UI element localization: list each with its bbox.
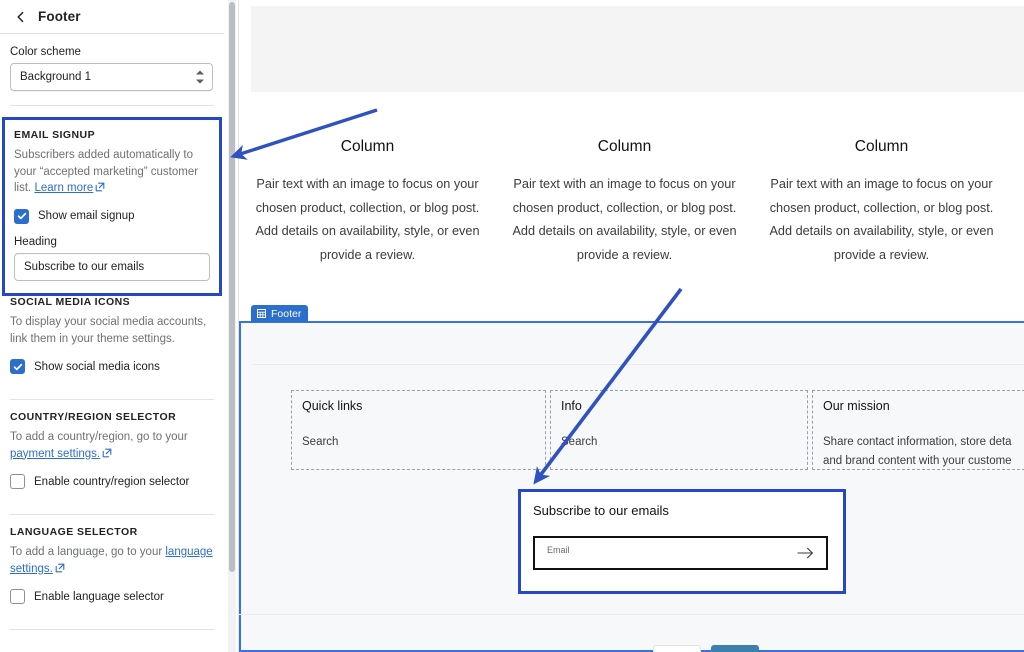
divider	[253, 364, 1024, 365]
social-media-help: To display your social media accounts, l…	[10, 314, 214, 347]
theme-preview-pane: Column Pair text with an image to focus …	[239, 0, 1024, 652]
column-body: Pair text with an image to focus on your…	[504, 173, 745, 267]
social-media-section: SOCIAL MEDIA ICONS To display your socia…	[10, 285, 214, 386]
external-link-icon	[102, 448, 112, 458]
footer-block-item: and brand content with your custome	[823, 452, 1024, 471]
payment-icon	[711, 645, 759, 652]
payment-icon	[653, 645, 701, 652]
language-selector-help-text: To add a language, go to your	[10, 546, 165, 558]
show-social-media-icons-checkbox-row[interactable]: Show social media icons	[10, 359, 214, 374]
external-link-icon	[95, 182, 105, 192]
footer-section-tab-label: Footer	[271, 308, 301, 320]
email-signup-help: Subscribers added automatically to your …	[14, 147, 210, 197]
footer-block-item[interactable]: Search	[302, 433, 535, 452]
language-selector-section: LANGUAGE SELECTOR To add a language, go …	[10, 515, 214, 616]
footer-block-title: Our mission	[823, 399, 1024, 413]
email-signup-heading: EMAIL SIGNUP	[14, 129, 210, 141]
multicolumn-section: Column Pair text with an image to focus …	[239, 138, 1024, 267]
email-input[interactable]: Email	[533, 536, 828, 570]
column-title: Column	[247, 138, 488, 156]
color-scheme-value: Background 1	[20, 71, 91, 83]
checkbox-checked-icon[interactable]	[10, 359, 25, 374]
checkbox-checked-icon[interactable]	[14, 209, 29, 224]
settings-sidebar: Footer Color scheme Background 1 SOCIAL …	[0, 0, 224, 652]
payment-icons-row	[653, 645, 759, 652]
footer-block-item[interactable]: Search	[561, 433, 797, 452]
language-selector-help: To add a language, go to your language s…	[10, 544, 214, 577]
footer-section-preview[interactable]	[239, 321, 1024, 652]
language-selector-heading: LANGUAGE SELECTOR	[10, 526, 214, 538]
email-input-placeholder: Email	[547, 545, 570, 555]
show-social-media-icons-label: Show social media icons	[34, 361, 160, 373]
show-email-signup-checkbox-row[interactable]: Show email signup	[14, 209, 210, 224]
column-body: Pair text with an image to focus on your…	[247, 173, 488, 267]
external-link-icon	[55, 563, 65, 573]
preview-top-band	[251, 6, 1024, 92]
country-region-selector-section: COUNTRY/REGION SELECTOR To add a country…	[10, 400, 214, 501]
payment-settings-link[interactable]: payment settings.	[10, 448, 100, 460]
learn-more-link[interactable]: Learn more	[34, 182, 93, 194]
sidebar-header: Footer	[0, 0, 224, 34]
country-region-help-text: To add a country/region, go to your	[10, 431, 188, 443]
column-block[interactable]: Column Pair text with an image to focus …	[239, 138, 496, 267]
heading-input-value: Subscribe to our emails	[24, 261, 144, 273]
page-title: Footer	[38, 9, 81, 24]
footer-block-title: Quick links	[302, 399, 535, 413]
footer-block-title: Info	[561, 399, 797, 413]
column-block[interactable]: Column Pair text with an image to focus …	[753, 138, 1010, 267]
subscribe-title: Subscribe to our emails	[533, 503, 843, 518]
checkbox-unchecked-icon[interactable]	[10, 474, 25, 489]
show-email-signup-label: Show email signup	[38, 210, 135, 222]
footer-blocks-row: Quick links Search Info Search Our missi…	[291, 390, 1024, 470]
divider	[239, 614, 1024, 615]
enable-country-region-selector-checkbox-row[interactable]: Enable country/region selector	[10, 474, 214, 489]
section-grid-icon	[257, 309, 266, 318]
footer-section-tab[interactable]: Footer	[251, 305, 308, 322]
column-title: Column	[504, 138, 745, 156]
heading-field-label: Heading	[14, 236, 210, 248]
column-title: Column	[761, 138, 1002, 156]
email-signup-preview-block[interactable]: Subscribe to our emails Email	[518, 489, 846, 594]
color-scheme-select[interactable]: Background 1	[10, 63, 213, 91]
arrow-right-icon[interactable]	[797, 547, 814, 559]
sidebar-scrollbar-thumb[interactable]	[229, 2, 235, 572]
footer-block-quick-links[interactable]: Quick links Search	[291, 390, 546, 470]
column-block[interactable]: Column Pair text with an image to focus …	[496, 138, 753, 267]
heading-input[interactable]: Subscribe to our emails	[14, 253, 210, 281]
footer-block-info[interactable]: Info Search	[550, 390, 808, 470]
country-region-heading: COUNTRY/REGION SELECTOR	[10, 411, 214, 423]
social-media-heading: SOCIAL MEDIA ICONS	[10, 296, 214, 308]
footer-block-our-mission[interactable]: Our mission Share contact information, s…	[812, 390, 1024, 470]
enable-language-selector-label: Enable language selector	[34, 591, 164, 603]
enable-country-region-selector-label: Enable country/region selector	[34, 476, 189, 488]
color-scheme-label: Color scheme	[10, 46, 214, 58]
country-region-help: To add a country/region, go to your paym…	[10, 429, 214, 462]
checkbox-unchecked-icon[interactable]	[10, 589, 25, 604]
column-body: Pair text with an image to focus on your…	[761, 173, 1002, 267]
chevron-left-icon[interactable]	[12, 8, 30, 26]
app-root: Footer Color scheme Background 1 SOCIAL …	[0, 0, 1024, 652]
email-signup-section[interactable]: EMAIL SIGNUP Subscribers added automatic…	[2, 117, 222, 296]
enable-language-selector-checkbox-row[interactable]: Enable language selector	[10, 589, 214, 604]
footer-block-item: Share contact information, store deta	[823, 433, 1024, 452]
divider	[10, 629, 214, 630]
color-scheme-select-wrap: Background 1	[10, 63, 214, 91]
